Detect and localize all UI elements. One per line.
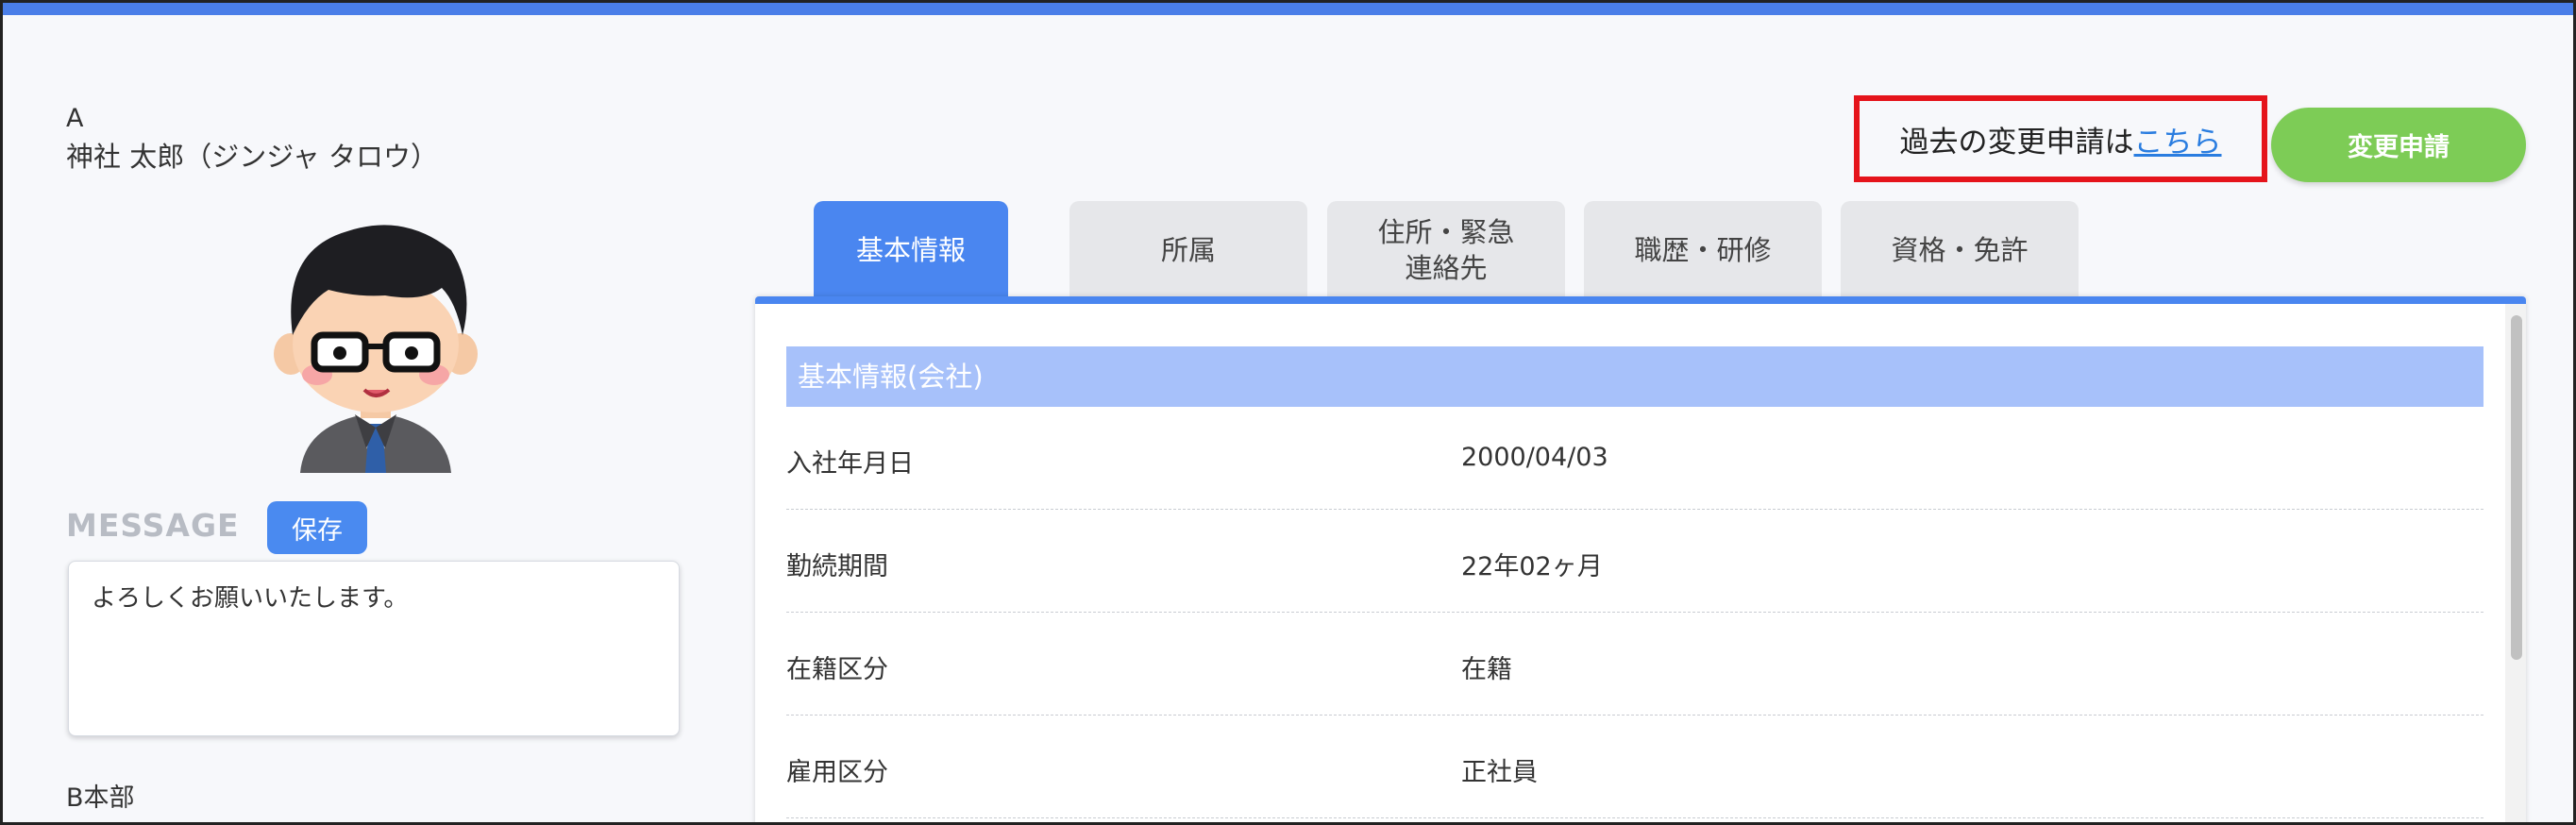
row-value: 在籍 — [1461, 655, 1512, 684]
row-value: 22年02ヶ月 — [1461, 552, 1603, 581]
tab-address-emergency[interactable]: 住所・緊急 連絡先 — [1327, 201, 1565, 299]
info-row: 雇用区分 正社員 — [786, 716, 2483, 818]
basic-info-panel: 基本情報(会社) 入社年月日 2000/04/03 勤続期間 22年02ヶ月 在… — [755, 296, 2526, 822]
tab-affiliation[interactable]: 所属 — [1069, 201, 1307, 299]
past-requests-link[interactable]: こちら — [2134, 118, 2222, 160]
row-label: 勤続期間 — [786, 552, 888, 581]
company-name: A — [66, 104, 84, 133]
tab-label: 基本情報 — [855, 234, 966, 266]
message-textarea[interactable]: よろしくお願いいたします。 — [68, 561, 680, 736]
department-name: B本部 — [66, 783, 135, 813]
change-request-button[interactable]: 変更申請 — [2271, 108, 2526, 182]
message-label: MESSAGE — [66, 507, 240, 544]
panel-scrollbar[interactable] — [2505, 304, 2526, 822]
tab-label: 住所・緊急 連絡先 — [1377, 216, 1515, 284]
row-label: 在籍区分 — [786, 655, 888, 684]
past-requests-notice: 過去の変更申請は こちら — [1854, 95, 2267, 182]
row-label: 入社年月日 — [786, 449, 914, 479]
tab-label: 職歴・研修 — [1634, 234, 1772, 266]
row-value: 正社員 — [1461, 758, 1538, 787]
info-row: 在籍区分 在籍 — [786, 613, 2483, 716]
row-value: 2000/04/03 — [1461, 443, 1608, 472]
row-label: 雇用区分 — [786, 758, 888, 787]
section-header: 基本情報(会社) — [786, 346, 2483, 407]
avatar-illustration — [274, 225, 478, 473]
info-row: 勤続期間 22年02ヶ月 — [786, 510, 2483, 613]
top-accent-bar — [3, 3, 2573, 15]
tab-label: 所属 — [1160, 234, 1216, 266]
tab-label: 資格・免許 — [1891, 234, 2029, 266]
scrollbar-thumb[interactable] — [2511, 315, 2522, 660]
tab-basic-info[interactable]: 基本情報 — [814, 201, 1008, 299]
employee-name: 神社 太郎（ジンジャ タロウ） — [66, 141, 438, 173]
save-message-button[interactable]: 保存 — [267, 501, 367, 554]
tab-career-training[interactable]: 職歴・研修 — [1584, 201, 1822, 299]
past-requests-text: 過去の変更申請は — [1899, 125, 2134, 160]
info-row: 入社年月日 2000/04/03 — [786, 407, 2483, 510]
tab-qualifications[interactable]: 資格・免許 — [1841, 201, 2079, 299]
app-window: A 神社 太郎（ジンジャ タロウ） MESSAGE 保存 よろしくお願いいたしま… — [0, 0, 2576, 825]
